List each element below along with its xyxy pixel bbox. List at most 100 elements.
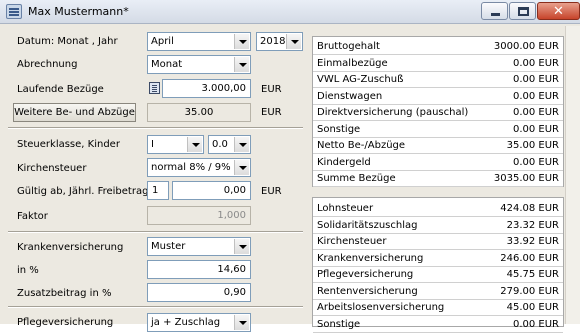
summary-abzuege-panel: Lohnsteuer 424.08 EUR Solidaritätszuschlag…: [312, 197, 564, 333]
laufende-input[interactable]: 3.000,00: [162, 79, 251, 98]
summary-row-label: VWL AG-Zuschuß: [317, 74, 404, 85]
summary-row-value: 23.32 EUR: [506, 219, 559, 231]
kirchensteuer-select[interactable]: normal 8% / 9%: [147, 158, 251, 177]
summary-row: Netto Be-/Abzüge 35.00 EUR: [313, 138, 563, 154]
chevron-down-icon[interactable]: [234, 160, 249, 175]
summary-row: Kirchensteuer 33.92 EUR: [313, 234, 563, 250]
close-button[interactable]: ✕: [537, 2, 580, 20]
steuerklasse-label: Steuerklasse, Kinder: [17, 139, 120, 150]
summary-row-value: 0.00 EUR: [512, 107, 559, 118]
summary-row-value: 246.00 EUR: [500, 252, 559, 264]
summary-row-label: Summe Bezüge: [317, 173, 396, 184]
steuerklasse-value: I: [151, 139, 154, 150]
pflege-value: ja + Zuschlag: [151, 317, 221, 328]
summary-row: Krankenversicherung 246.00 EUR: [313, 251, 563, 267]
summary-row-label: Kirchensteuer: [317, 236, 387, 247]
summary-row-value: 424.08 EUR: [500, 203, 559, 214]
laufende-label: Laufende Bezüge: [17, 84, 104, 95]
jahr-value: 2018: [260, 36, 286, 47]
gueltig-input[interactable]: 1: [147, 181, 169, 200]
zusatz-label: Zusatzbeitrag in %: [17, 288, 112, 299]
summary-row-value: 0.00 EUR: [512, 74, 559, 85]
summary-row-value: 0.00 EUR: [512, 90, 559, 102]
summary-row-label: Krankenversicherung: [317, 252, 424, 264]
summary-row-label: Netto Be-/Abzüge: [317, 140, 406, 151]
summary-row-value: 279.00 EUR: [500, 285, 559, 297]
separator: [8, 306, 303, 308]
summary-row-label: Dienstwagen: [317, 90, 383, 102]
freibetrag-input[interactable]: 0,00: [172, 181, 251, 200]
kv-in-input[interactable]: 14,60: [147, 260, 251, 279]
summary-row: Pflegeversicherung 45.75 EUR: [313, 267, 563, 283]
kinder-select[interactable]: 0.0: [208, 135, 251, 154]
app-icon: [6, 4, 22, 19]
pflege-select[interactable]: ja + Zuschlag: [147, 313, 251, 332]
jahr-select[interactable]: 2018: [256, 32, 303, 51]
summary-row: Kindergeld 0.00 EUR: [313, 155, 563, 171]
kv-select[interactable]: Muster: [147, 237, 251, 256]
summary-row-value: 45.75 EUR: [506, 269, 559, 280]
summary-row: Sonstige 0.00 EUR: [313, 122, 563, 138]
abrechnung-value: Monat: [151, 59, 183, 70]
kv-in-label: in %: [17, 265, 39, 276]
monat-value: April: [151, 36, 174, 47]
chevron-down-icon[interactable]: [187, 137, 202, 152]
window-title: Max Mustermann*: [28, 5, 129, 18]
summary-row: VWL AG-Zuschuß 0.00 EUR: [313, 72, 563, 88]
kinder-value: 0.0: [212, 139, 228, 150]
monat-select[interactable]: April: [147, 32, 251, 51]
summary-row-label: Rentenversicherung: [317, 285, 418, 297]
summary-row-label: Sonstige: [317, 318, 361, 330]
summary-row: Dienstwagen 0.00 EUR: [313, 89, 563, 105]
chevron-down-icon[interactable]: [234, 239, 249, 254]
close-icon: ✕: [553, 4, 564, 19]
zusatz-input[interactable]: 0,90: [147, 283, 251, 302]
title-bar: Max Mustermann* ✕: [0, 0, 580, 24]
maximize-icon: [518, 7, 529, 16]
summary-row-value: 3035.00 EUR: [493, 173, 559, 184]
calculator-icon[interactable]: [149, 82, 160, 94]
summary-row-label: Einmalbezüge: [317, 57, 388, 69]
steuerklasse-select[interactable]: I: [147, 135, 204, 154]
summary-row-value: 3000.00 EUR: [493, 41, 559, 52]
separator: [8, 231, 303, 233]
app-window: Max Mustermann* ✕ Datum: Monat , Jahr Ap…: [0, 0, 580, 333]
chevron-down-icon[interactable]: [234, 137, 249, 152]
chevron-down-icon[interactable]: [234, 34, 249, 49]
weitere-value: 35.00: [147, 103, 251, 122]
summary-row: Direktversicherung (pauschal) 0.00 EUR: [313, 105, 563, 121]
maximize-button[interactable]: [509, 2, 536, 20]
summary-row: Solidaritätszuschlag 23.32 EUR: [313, 218, 563, 234]
summary-row: Summe Bezüge 3035.00 EUR: [313, 171, 563, 187]
summary-bezuege-panel: Bruttogehalt 3000.00 EUR Einmalbezüge 0.00 …: [312, 36, 564, 187]
summary-row-value: 45.00 EUR: [506, 302, 559, 313]
summary-row-value: 0.00 EUR: [512, 156, 559, 168]
separator: [8, 127, 303, 129]
faktor-input: 1,000: [147, 206, 251, 225]
weitere-bezuege-button[interactable]: Weitere Be- und Abzüge: [13, 103, 136, 122]
summary-row-label: Pflegeversicherung: [317, 269, 414, 280]
summary-row-value: 35.00 EUR: [506, 140, 559, 151]
kv-label: Krankenversicherung: [17, 242, 124, 253]
datum-label: Datum: Monat , Jahr: [17, 36, 118, 47]
kirchensteuer-value: normal 8% / 9%: [151, 162, 231, 173]
laufende-unit: EUR: [261, 84, 282, 95]
summary-row: Arbeitslosenversicherung 45.00 EUR: [313, 300, 563, 316]
summary-row-value: 0.00 EUR: [512, 57, 559, 69]
weitere-unit: EUR: [261, 107, 282, 118]
gueltig-label: Gültig ab, Jährl. Freibetrag: [17, 186, 149, 197]
chevron-down-icon[interactable]: [234, 57, 249, 72]
abrechnung-select[interactable]: Monat: [147, 55, 251, 74]
freibetrag-unit: EUR: [261, 186, 282, 197]
summary-row-label: Arbeitslosenversicherung: [317, 302, 445, 313]
summary-row-label: Direktversicherung (pauschal): [317, 107, 469, 118]
summary-row-value: 0.00 EUR: [512, 123, 559, 135]
vertical-scrollbar[interactable]: [565, 26, 580, 324]
summary-row: Bruttogehalt 3000.00 EUR: [313, 39, 563, 55]
kirchensteuer-label: Kirchensteuer: [17, 163, 87, 174]
chevron-down-icon[interactable]: [234, 315, 249, 330]
kv-value: Muster: [151, 241, 186, 252]
chevron-down-icon[interactable]: [286, 34, 301, 49]
minimize-button[interactable]: [481, 2, 508, 20]
summary-row-label: Lohnsteuer: [317, 203, 374, 214]
